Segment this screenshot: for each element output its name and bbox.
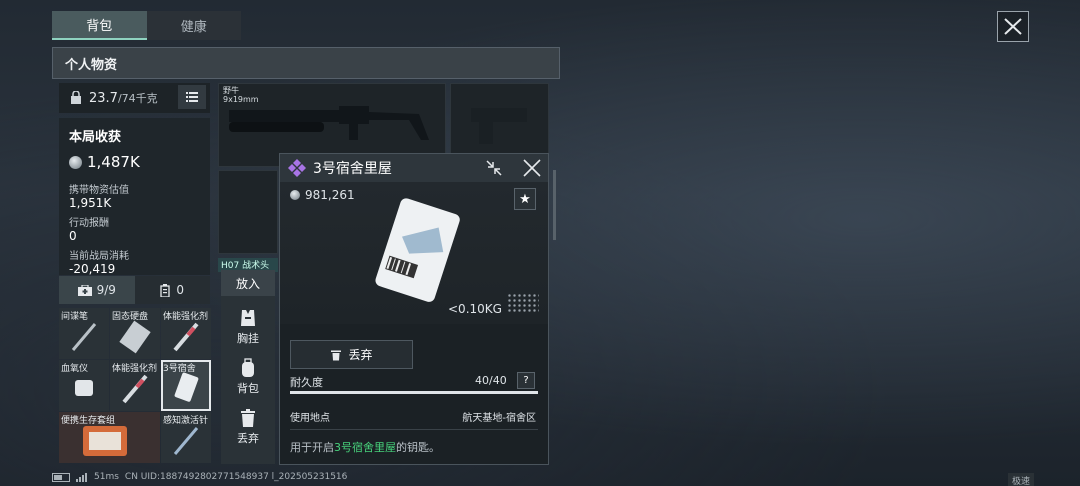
- case-icon: [160, 283, 171, 297]
- kit-count: 9/9: [96, 283, 116, 297]
- carried-label: 携带物资估值: [69, 185, 129, 196]
- tab-bar: 背包 健康: [52, 11, 241, 40]
- weight-lock-icon: [71, 91, 81, 104]
- inventory-item[interactable]: 感知激活针: [161, 412, 211, 463]
- backpack-label: 背包: [237, 382, 259, 395]
- item-name: 3号宿舍里屋: [313, 161, 392, 177]
- discard-side-button[interactable]: 丢弃: [221, 408, 275, 446]
- inventory-grid: 间谍笔 固态硬盘 体能强化剂 血氧仪 体能强化剂 3号宿舍 便携生存套组 感知激…: [59, 308, 211, 464]
- close-icon: [1004, 18, 1022, 35]
- uid-text: CN UID:1887492802771548937 l_20250523151…: [124, 472, 348, 482]
- durability-value: 40/40: [475, 374, 507, 387]
- durability-fill: [290, 391, 538, 394]
- weapon-caliber: 9x19mm: [223, 95, 259, 104]
- put-into-vest-button[interactable]: 胸挂: [221, 308, 275, 346]
- size-grid-icon: [507, 293, 539, 313]
- panel-title: 个人物资: [52, 47, 560, 79]
- case-tab[interactable]: 0: [134, 276, 210, 304]
- item-label: 3号宿舍: [163, 364, 196, 374]
- cost-label: 当前战局消耗: [69, 251, 129, 262]
- item-label: 体能强化剂: [112, 364, 158, 374]
- location-label: 使用地点: [290, 413, 330, 424]
- desc-prefix: 用于开启: [290, 441, 334, 454]
- durability-bar: [290, 391, 538, 394]
- coin-icon: [69, 155, 82, 169]
- inventory-item[interactable]: 固态硬盘: [110, 308, 160, 359]
- speed-tag: 极速: [1008, 473, 1035, 486]
- weight-max: /74千克: [117, 92, 158, 105]
- trash-icon: [331, 350, 342, 360]
- put-into-backpack-button[interactable]: 背包: [221, 358, 275, 396]
- weapon-label: 野牛 9x19mm: [223, 86, 259, 104]
- discard-side-label: 丢弃: [237, 432, 259, 445]
- ping-value: 51ms: [94, 472, 119, 482]
- list-view-button[interactable]: [178, 85, 206, 109]
- kit-tab[interactable]: 9/9: [59, 276, 135, 304]
- weight-current: 23.7: [89, 90, 118, 106]
- inventory-item[interactable]: 血氧仪: [59, 360, 109, 411]
- earnings-value: 1,487K: [87, 153, 140, 171]
- earnings-title: 本局收获: [69, 130, 122, 145]
- desc-suffix: 的钥匙。: [396, 441, 440, 454]
- earnings-panel: 本局收获 1,487K 携带物资估值 1,951K 行动报酬 0 当前战局消耗 …: [59, 118, 210, 276]
- inventory-item[interactable]: 便携生存套组: [59, 412, 160, 463]
- inventory-item[interactable]: 体能强化剂: [161, 308, 211, 359]
- item-label: 间谍笔: [61, 312, 89, 322]
- popup-scrollbar[interactable]: [553, 170, 556, 240]
- durability-label: 耐久度: [290, 376, 323, 389]
- inventory-item[interactable]: 体能强化剂: [110, 360, 160, 411]
- put-into-column: 放入 胸挂 背包 丢弃: [221, 270, 275, 464]
- medkit-icon: [77, 284, 92, 296]
- desc-highlight: 3号宿舍里屋: [334, 441, 396, 454]
- divider: [290, 429, 538, 430]
- list-icon: [186, 92, 198, 102]
- tab-backpack[interactable]: 背包: [52, 11, 147, 40]
- discard-label: 丢弃: [348, 348, 373, 362]
- help-button[interactable]: ?: [517, 372, 535, 389]
- signal-icon: [76, 472, 87, 482]
- status-footer: 51ms CN UID:1887492802771548937 l_202505…: [52, 472, 347, 482]
- backpack-icon: [242, 358, 254, 377]
- empty-slot[interactable]: [218, 170, 278, 254]
- battery-icon: [52, 472, 70, 482]
- rarity-diamond-icon: [288, 159, 306, 177]
- collapse-icon: [486, 160, 502, 176]
- inventory-item-selected[interactable]: 3号宿舍: [161, 360, 211, 411]
- capacity-bar: 9/9 0: [59, 276, 210, 304]
- item-label: 固态硬盘: [112, 312, 149, 322]
- collapse-button[interactable]: [482, 156, 506, 180]
- weapon-name: 野牛: [223, 86, 239, 95]
- vest-label: 胸挂: [237, 332, 259, 345]
- put-into-header: 放入: [221, 270, 275, 296]
- popup-close-button[interactable]: [520, 156, 544, 180]
- vest-icon: [241, 310, 255, 326]
- close-icon: [523, 159, 541, 177]
- carried-value: 1,951K: [69, 196, 112, 210]
- item-weight: <0.10KG: [448, 302, 502, 316]
- location-value: 航天基地-宿舍区: [462, 413, 536, 424]
- inventory-item[interactable]: 间谍笔: [59, 308, 109, 359]
- reward-value: 0: [69, 229, 77, 243]
- item-label: 体能强化剂: [163, 312, 209, 322]
- discard-button[interactable]: 丢弃: [290, 340, 413, 369]
- trash-icon: [241, 409, 255, 427]
- earnings-row: 1,487K: [69, 153, 200, 171]
- tab-health[interactable]: 健康: [147, 11, 242, 40]
- item-description: 用于开启3号宿舍里屋的钥匙。: [290, 439, 440, 455]
- close-button[interactable]: [997, 11, 1029, 42]
- cost-value: -20,419: [69, 262, 116, 276]
- item-label: 便携生存套组: [61, 416, 116, 426]
- item-image-area: 981,261 ★ <0.10KG: [280, 182, 548, 324]
- reward-label: 行动报酬: [69, 218, 109, 229]
- item-label: 感知激活针: [163, 416, 209, 426]
- case-count: 0: [176, 283, 185, 297]
- item-detail-header: 3号宿舍里屋: [280, 154, 548, 182]
- item-detail-popup: 3号宿舍里屋 981,261 ★ <0.10KG 丢弃 耐久度 40/40 ? …: [279, 153, 549, 465]
- item-label: 血氧仪: [61, 364, 89, 374]
